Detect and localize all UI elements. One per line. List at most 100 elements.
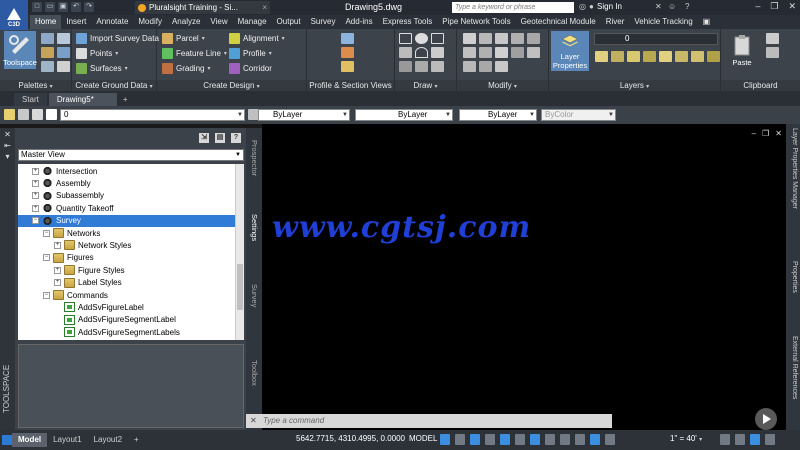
sample-lines-icon[interactable] xyxy=(341,47,354,58)
line-icon[interactable] xyxy=(399,33,412,44)
lineweight-combo[interactable]: ByLayer ▼ xyxy=(459,109,537,121)
maximize-icon[interactable]: ❐ xyxy=(770,1,778,12)
layer-lock-icon[interactable] xyxy=(675,51,688,62)
rotate-icon[interactable] xyxy=(479,33,492,44)
ribbon-tab-survey[interactable]: Survey xyxy=(306,15,341,29)
sun-icon[interactable] xyxy=(18,109,29,120)
ribbon-tab-add-ins[interactable]: Add-ins xyxy=(340,15,377,29)
tree-node[interactable]: − Commands xyxy=(18,289,244,301)
new-tab-icon[interactable]: + xyxy=(119,93,132,106)
video-play-button[interactable] xyxy=(755,408,777,430)
expand-icon[interactable]: + xyxy=(32,179,39,187)
arc-icon[interactable] xyxy=(415,47,428,58)
ribbon-tab-home[interactable]: Home xyxy=(30,15,62,29)
tab-settings[interactable]: Settings xyxy=(250,214,259,241)
feature-line-button[interactable]: Feature Line ▾ xyxy=(162,48,227,59)
trim-icon[interactable] xyxy=(495,33,508,44)
view-selector[interactable]: Master View ▼ xyxy=(18,149,244,161)
exchange-icon[interactable]: ✕ xyxy=(655,2,662,11)
isolate-objects-icon[interactable] xyxy=(750,434,760,445)
ribbon-tab-pipe-network-tools[interactable]: Pipe Network Tools xyxy=(437,15,515,29)
coordinate-readout[interactable]: 5642.7715, 4310.4995, 0.0000 xyxy=(296,434,405,443)
minimize-icon[interactable]: – xyxy=(755,1,760,12)
profile-button[interactable]: Profile ▾ xyxy=(229,48,272,59)
model-space-button[interactable]: MODEL xyxy=(409,434,437,443)
tree-node[interactable]: + Quantity Takeoff xyxy=(18,202,244,214)
plotstyle-combo[interactable]: ByColor ▼ xyxy=(541,109,616,121)
layer-walk-icon[interactable] xyxy=(691,51,704,62)
fillet-icon[interactable] xyxy=(495,47,508,58)
pluralsight-window-tab[interactable]: Pluralsight Training - Si... × xyxy=(135,1,270,14)
autohide-icon[interactable]: ⇤ xyxy=(0,141,15,150)
drawing-canvas[interactable]: – ❐ ✕ www.cgtsj.com ✕ Type a command xyxy=(246,124,786,430)
alignment-button[interactable]: Alignment ▾ xyxy=(229,33,285,44)
color-combo[interactable]: ByLayer ▼ xyxy=(258,109,350,121)
ribbon-tab-output[interactable]: Output xyxy=(272,15,306,29)
layer-match-icon[interactable] xyxy=(595,51,608,62)
close-icon[interactable]: × xyxy=(262,3,267,12)
command-line[interactable]: ✕ Type a command xyxy=(246,414,612,428)
prospector-icon[interactable] xyxy=(41,33,54,44)
point-icon[interactable] xyxy=(431,61,444,72)
annotation-visibility-icon[interactable] xyxy=(590,434,600,445)
corridor-button[interactable]: Corridor xyxy=(229,63,272,74)
collapse-icon[interactable]: − xyxy=(43,254,50,262)
tree-node[interactable]: + Label Styles xyxy=(18,277,244,289)
move-icon[interactable] xyxy=(463,33,476,44)
new-icon[interactable]: □ xyxy=(32,2,42,12)
toolspace-button[interactable]: Toolspace xyxy=(3,31,37,69)
palette-tab-properties[interactable]: Properties xyxy=(791,261,798,293)
expand-icon[interactable]: + xyxy=(32,204,39,212)
import-survey-data-button[interactable]: Import Survey Data xyxy=(76,33,159,44)
erase-icon[interactable] xyxy=(527,33,540,44)
isodraft-icon[interactable] xyxy=(500,434,510,445)
annotation-scale[interactable]: 1" = 40' ▾ xyxy=(670,434,702,443)
ribbon-minimize-icon[interactable]: ▣ xyxy=(698,15,716,29)
expand-icon[interactable]: + xyxy=(32,167,39,175)
layout1-tab[interactable]: Layout1 xyxy=(47,433,87,447)
polyline-icon[interactable] xyxy=(399,47,412,58)
binoculars-icon[interactable]: ◎ xyxy=(579,2,586,11)
copy-clip-icon[interactable] xyxy=(766,47,779,58)
sheet-set-icon[interactable] xyxy=(57,61,70,72)
ribbon-tab-manage[interactable]: Manage xyxy=(233,15,272,29)
survey-db-icon[interactable]: ▤ xyxy=(215,133,225,143)
selection-cycling-icon[interactable] xyxy=(575,434,585,445)
profile-view-icon[interactable] xyxy=(341,33,354,44)
scrollbar-thumb[interactable] xyxy=(237,264,243,310)
panorama-icon[interactable] xyxy=(41,61,54,72)
ribbon-tab-view[interactable]: View xyxy=(205,15,232,29)
color-swatch-icon[interactable] xyxy=(46,109,57,120)
tree-node[interactable]: AddSvFigureSegmentLabel xyxy=(18,314,244,326)
ribbon-tab-analyze[interactable]: Analyze xyxy=(167,15,205,29)
collapse-tree-icon[interactable]: ⇲ xyxy=(199,133,209,143)
rectangle-icon[interactable] xyxy=(431,33,444,44)
lock-icon[interactable] xyxy=(32,109,43,120)
surfaces-button[interactable]: Surfaces ▾ xyxy=(76,63,128,74)
properties-icon[interactable] xyxy=(57,33,70,44)
ribbon-tab-insert[interactable]: Insert xyxy=(61,15,91,29)
ribbon-tab-modify[interactable]: Modify xyxy=(133,15,167,29)
lineweight-icon[interactable] xyxy=(545,434,555,445)
keyword-search-input[interactable]: Type a keyword or phrase xyxy=(452,2,574,13)
tool-palette-icon[interactable] xyxy=(41,47,54,58)
paste-button[interactable]: Paste xyxy=(727,33,757,67)
polar-icon[interactable] xyxy=(485,434,495,445)
tab-toolbox[interactable]: Toolbox xyxy=(250,360,259,386)
drawing5-tab[interactable]: Drawing5* xyxy=(48,93,117,106)
palette-tab-external-references[interactable]: External References xyxy=(791,336,798,399)
offset-icon[interactable] xyxy=(495,61,508,72)
linetype-combo[interactable]: ByLayer ▼ xyxy=(355,109,453,121)
tab-prospector[interactable]: Prospector xyxy=(250,140,259,176)
palette-tab-layer-properties-manager[interactable]: Layer Properties Manager xyxy=(791,128,798,209)
collapse-icon[interactable]: − xyxy=(32,217,39,225)
close-palette-icon[interactable]: ✕ xyxy=(0,130,15,139)
ribbon-tab-vehicle-tracking[interactable]: Vehicle Tracking xyxy=(629,15,697,29)
expand-icon[interactable]: + xyxy=(32,192,39,200)
expand-icon[interactable]: + xyxy=(54,266,61,274)
model-tab[interactable]: Model xyxy=(12,433,48,447)
ribbon-tab-annotate[interactable]: Annotate xyxy=(91,15,133,29)
transparency-icon[interactable] xyxy=(560,434,570,445)
grading-button[interactable]: Grading ▾ xyxy=(162,63,210,74)
ortho-icon[interactable] xyxy=(470,434,480,445)
